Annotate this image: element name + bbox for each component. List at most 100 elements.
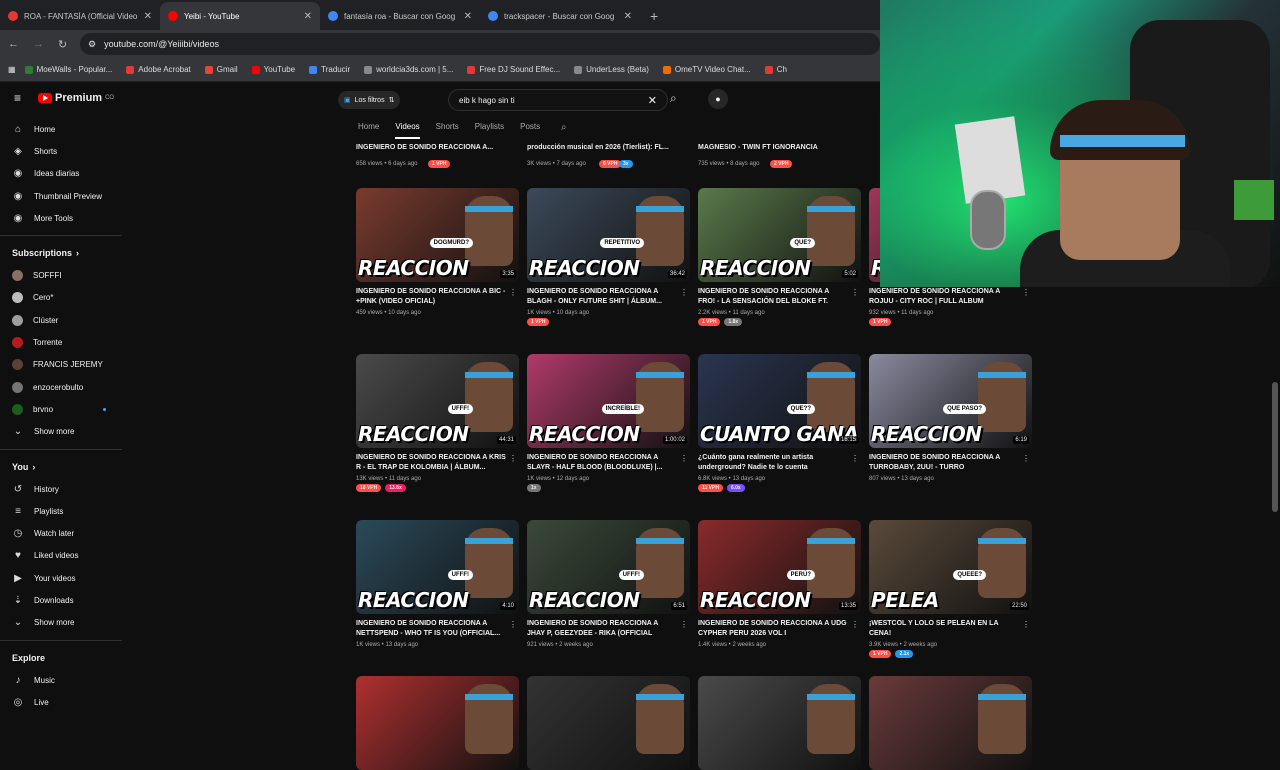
video-title[interactable]: ¡WESTCOL Y LOLO SE PELEAN EN LA CENA! [869, 619, 1019, 639]
search-box[interactable]: eib k hago sin ti ✕ [448, 89, 668, 111]
more-options-icon[interactable]: ⋮ [851, 454, 859, 463]
more-options-icon[interactable]: ⋮ [680, 620, 688, 629]
video-title[interactable]: ¿Cuánto gana realmente un artista underg… [698, 453, 848, 473]
video-title[interactable]: INGENIERO DE SONIDO REACCIONA A BLAGH - … [527, 287, 677, 307]
sidebar-item[interactable]: ⌄ Show more [0, 612, 122, 634]
video-card[interactable]: CUANTO GANA QUE?? 16:15 ¿Cuánto gana realme… [698, 354, 861, 492]
video-title[interactable]: INGENIERO DE SONIDO REACCIONA A KRIS R -… [356, 453, 506, 473]
sidebar-item[interactable]: ▶ Your videos [0, 567, 122, 589]
sidebar-item[interactable]: Cero* [0, 287, 122, 309]
video-title[interactable]: INGENIERO DE SONIDO REACCIONA A FRO! - L… [698, 287, 848, 307]
video-card[interactable]: REACCION QUE PASO? 6:19 INGENIERO DE SONIDO… [869, 354, 1032, 482]
video-card[interactable] [698, 676, 861, 770]
sidebar-item[interactable]: ♪ Music [0, 669, 122, 691]
filters-button[interactable]: ▣ Los filtros ⇅ [338, 91, 401, 109]
browser-tab[interactable]: ROA - FANTASÍA (Official Video ✕ [0, 2, 160, 30]
bookmark[interactable]: Free DJ Sound Effec... [462, 65, 565, 74]
tab-shorts[interactable]: Shorts [436, 122, 459, 131]
video-thumbnail[interactable]: REACCION UFFF! 6:51 [527, 520, 690, 614]
address-bar[interactable]: ⚙ youtube.com/@Yeiiibi/videos [80, 33, 880, 55]
video-title[interactable]: INGENIERO DE SONIDO REACCIONA A NETTSPEN… [356, 619, 506, 639]
video-thumbnail[interactable]: REACCION REPETITIVO 36:42 [527, 188, 690, 282]
video-card[interactable]: REACCION UFFF! 6:51 INGENIERO DE SONIDO REA… [527, 520, 690, 648]
video-card[interactable] [869, 676, 1032, 770]
partial-video-title[interactable]: MAGNESIO - TWIN FT IGNORANCIA [698, 144, 818, 151]
clear-search-icon[interactable]: ✕ [648, 94, 657, 107]
video-title[interactable]: INGENIERO DE SONIDO REACCIONA A SLAYR - … [527, 453, 677, 473]
reload-icon[interactable]: ↻ [58, 38, 67, 51]
bookmark[interactable]: MoeWalls - Popular... [20, 65, 118, 74]
video-thumbnail[interactable]: REACCION UFFF! 44:31 [356, 354, 519, 448]
sidebar-item[interactable]: Torrente [0, 331, 122, 353]
sidebar-item[interactable]: ⌄ Show more [0, 421, 122, 443]
sidebar-item[interactable]: FRANCIS JEREMY [0, 354, 122, 376]
video-thumbnail[interactable]: REACCION UFFF! 4:10 [356, 520, 519, 614]
video-card[interactable]: REACCION DOGMURD? 3:35 INGENIERO DE SONIDO … [356, 188, 519, 316]
apps-icon[interactable]: ▦ [8, 65, 16, 74]
close-tab-icon[interactable]: ✕ [304, 11, 312, 22]
close-tab-icon[interactable]: ✕ [144, 11, 152, 22]
tab-playlists[interactable]: Playlists [475, 122, 504, 131]
more-options-icon[interactable]: ⋮ [509, 288, 517, 297]
sidebar-item[interactable]: enzocerobulto [0, 376, 122, 398]
video-card[interactable]: REACCION INCREÍBLE! 1:00:02 INGENIERO DE SO… [527, 354, 690, 492]
sidebar-item[interactable]: ⌂ Home [0, 118, 122, 140]
bookmark[interactable]: YouTube [247, 65, 300, 74]
sidebar-item[interactable]: ◉ Ideas diarias [0, 163, 122, 185]
video-card[interactable]: REACCION UFFF! 44:31 INGENIERO DE SONIDO RE… [356, 354, 519, 492]
more-options-icon[interactable]: ⋮ [1022, 454, 1030, 463]
more-options-icon[interactable]: ⋮ [509, 454, 517, 463]
more-options-icon[interactable]: ⋮ [1022, 620, 1030, 629]
video-title[interactable]: INGENIERO DE SONIDO REACCIONA A UDG CYPH… [698, 619, 848, 639]
video-card[interactable] [356, 676, 519, 770]
video-thumbnail[interactable] [527, 676, 690, 770]
sidebar-item[interactable]: SOFFFI [0, 264, 122, 286]
video-card[interactable]: REACCION REPETITIVO 36:42 INGENIERO DE SONI… [527, 188, 690, 326]
video-thumbnail[interactable] [356, 676, 519, 770]
browser-tab[interactable]: fantasía roa - Buscar con Goog ✕ [320, 2, 480, 30]
close-tab-icon[interactable]: ✕ [624, 11, 632, 22]
close-tab-icon[interactable]: ✕ [464, 11, 472, 22]
video-card[interactable]: REACCION UFFF! 4:10 INGENIERO DE SONIDO REA… [356, 520, 519, 648]
search-input[interactable]: eib k hago sin ti [459, 96, 515, 105]
video-card[interactable]: REACCION QUE? 5:02 INGENIERO DE SONIDO REAC… [698, 188, 861, 326]
more-options-icon[interactable]: ⋮ [680, 288, 688, 297]
forward-icon[interactable]: → [33, 38, 44, 50]
sidebar-item[interactable]: ◷ Watch later [0, 522, 122, 544]
sidebar-item[interactable]: ↺ History [0, 478, 122, 500]
tab-posts[interactable]: Posts [520, 122, 540, 131]
subscriptions-heading[interactable]: Subscriptions › [0, 242, 122, 264]
sidebar-item[interactable]: brvno [0, 398, 122, 420]
sidebar-item[interactable]: ≡ Playlists [0, 500, 122, 522]
partial-video-title[interactable]: INGENIERO DE SONIDO REACCIONA A... [356, 144, 493, 151]
video-title[interactable]: INGENIERO DE SONIDO REACCIONA A JHAY P, … [527, 619, 677, 639]
video-title[interactable]: INGENIERO DE SONIDO REACCIONA A BIC - +P… [356, 287, 506, 307]
bookmark[interactable]: Ch [760, 65, 792, 74]
more-options-icon[interactable]: ⋮ [851, 620, 859, 629]
video-thumbnail[interactable]: REACCION INCREÍBLE! 1:00:02 [527, 354, 690, 448]
youtube-premium-logo[interactable]: Premium CO [38, 92, 114, 104]
video-card[interactable]: REACCION PERÚ? 13:35 INGENIERO DE SONIDO RE… [698, 520, 861, 648]
video-title[interactable]: INGENIERO DE SONIDO REACCIONA A ROJUU - … [869, 287, 1019, 307]
sidebar-item[interactable]: ⇣ Downloads [0, 589, 122, 611]
more-options-icon[interactable]: ⋮ [509, 620, 517, 629]
menu-icon[interactable]: ≡ [14, 91, 21, 105]
bookmark[interactable]: UnderLess (Beta) [569, 65, 654, 74]
you-heading[interactable]: You › [0, 456, 122, 478]
bookmark[interactable]: worldcia3ds.com | 5... [359, 65, 458, 74]
sidebar-item[interactable]: ◉ Thumbnail Preview [0, 185, 122, 207]
search-icon[interactable]: ⌕ [670, 91, 677, 106]
bookmark[interactable]: Traducir [304, 65, 355, 74]
video-thumbnail[interactable] [869, 676, 1032, 770]
more-options-icon[interactable]: ⋮ [1022, 288, 1030, 297]
sidebar-item[interactable]: ♥ Liked videos [0, 545, 122, 567]
more-options-icon[interactable]: ⋮ [851, 288, 859, 297]
browser-tab[interactable]: trackspacer - Buscar con Goog ✕ [480, 2, 640, 30]
video-thumbnail[interactable]: REACCION PERÚ? 13:35 [698, 520, 861, 614]
video-thumbnail[interactable]: REACCION QUE PASO? 6:19 [869, 354, 1032, 448]
new-tab-button[interactable]: + [640, 2, 668, 30]
partial-video-title[interactable]: producción musical en 2026 (Tierlist): F… [527, 144, 669, 151]
site-info-icon[interactable]: ⚙ [88, 39, 96, 50]
back-icon[interactable]: ← [8, 38, 19, 50]
video-thumbnail[interactable]: CUANTO GANA QUE?? 16:15 [698, 354, 861, 448]
